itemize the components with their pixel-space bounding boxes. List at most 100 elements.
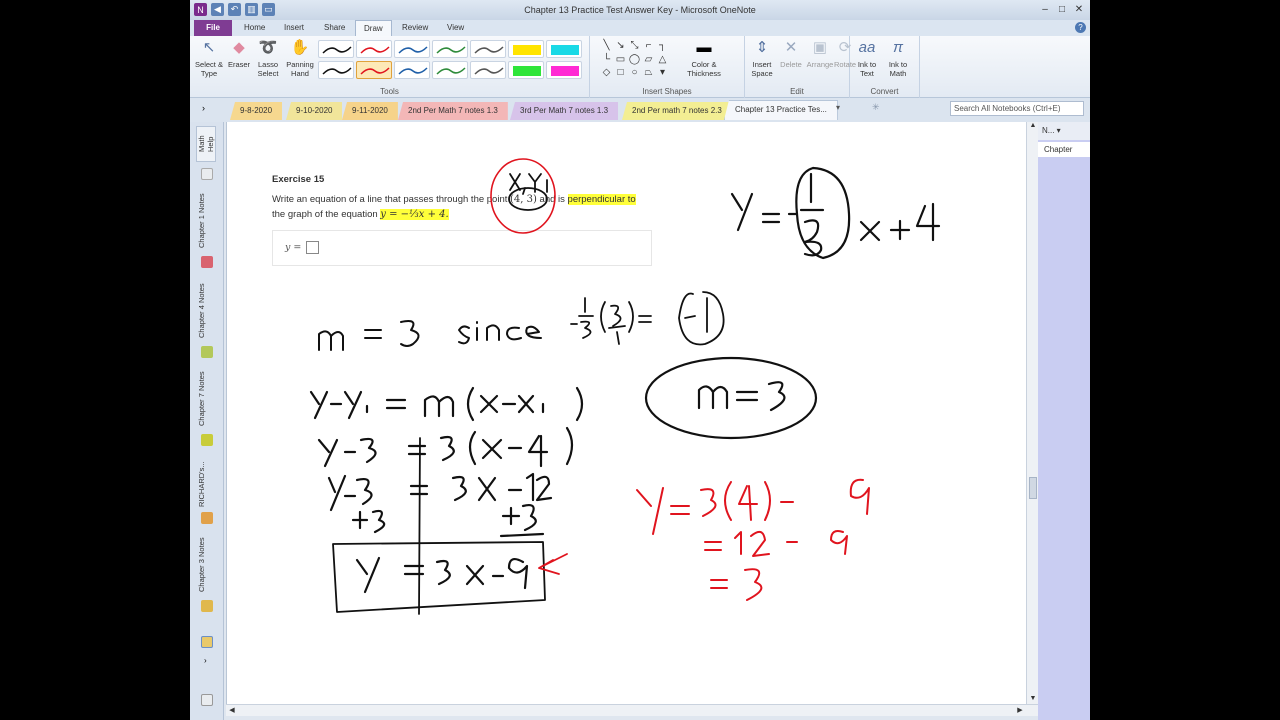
section-tab[interactable]: 3rd Per Math 7 notes 1.3 [510,102,619,120]
pen-swatch[interactable] [470,61,506,79]
pen-swatch[interactable] [432,61,468,79]
section-tab[interactable]: 2nd Per Math 7 notes 1.3 [398,102,508,120]
all-notebooks-icon[interactable] [201,694,213,706]
ink-red-check [636,478,870,601]
delete-button[interactable]: ✕ Delete [776,38,806,69]
minimize-icon[interactable]: – [1038,3,1052,16]
ribbon-tabs: File Home Insert Share Draw Review View … [190,20,1090,36]
notebook-icon [201,512,213,524]
pen-swatch[interactable] [432,40,468,58]
tab-home[interactable]: Home [244,23,265,32]
notebook-chapter7[interactable]: Chapter 7 Notes [197,366,217,432]
new-section-icon[interactable]: ✳ [872,102,880,113]
color-thickness-button[interactable]: ▬ Color & Thickness [684,38,724,78]
expand-icon[interactable]: › [204,656,207,665]
ribbon-draw: ↖ Select & Type ◆ Eraser ➰ Lasso Select ✋ Pa… [190,36,1090,98]
notebook-richard[interactable]: RICHARD's... [197,456,217,512]
tab-share[interactable]: Share [324,23,345,32]
section-tab[interactable]: 9-8-2020 [230,102,283,120]
panning-hand-button[interactable]: ✋ Panning Hand [285,38,315,78]
search-input[interactable]: Search All Notebooks (Ctrl+E) [950,101,1084,116]
arrange-icon: ▣ [812,39,828,56]
tab-insert[interactable]: Insert [284,23,304,32]
notebook-chapter1[interactable]: Chapter 1 Notes [197,188,217,254]
pen-stroke-icon [551,45,579,55]
double-arrow-shape-icon[interactable]: ⤡ [628,40,641,53]
section-tab[interactable]: 2nd Per math 7 notes 2.3 [622,102,732,120]
quick-notes-icon[interactable] [201,636,213,648]
pen-stroke-icon [322,67,352,75]
para-shape-icon[interactable]: ▱ [642,54,655,67]
tab-file[interactable]: File [194,20,232,36]
scroll-left-icon[interactable]: ◀ [226,705,238,716]
maximize-icon[interactable]: □ [1055,3,1069,16]
ink-to-text-button[interactable]: aa Ink to Text [852,38,882,78]
vertical-scrollbar[interactable]: ▲ ▼ [1026,122,1038,706]
section-tab[interactable]: 9-11-2020 [342,102,398,120]
pen-swatch[interactable] [546,40,582,58]
group-convert: aa Ink to Text π Ink to Math Convert [850,36,920,98]
pen-swatch[interactable] [394,40,430,58]
ink-to-text-icon: aa [858,39,876,56]
ink-fraction-calc [570,291,725,346]
pen-swatch[interactable] [546,61,582,79]
pen-stroke-icon [360,67,390,75]
ink-slope-equation [730,166,941,260]
pen-stroke-icon [474,46,504,54]
help-icon[interactable]: ? [1075,22,1086,33]
more-shapes-icon[interactable]: ▾ [656,67,669,80]
close-icon[interactable]: ✕ [1072,3,1086,16]
arrow-shape-icon[interactable]: ↘ [614,40,627,53]
page-list-header[interactable]: N... ▾ [1038,122,1090,140]
notebook-chapter4[interactable]: Chapter 4 Notes [197,278,217,344]
pen-swatch[interactable] [508,61,544,79]
pen-swatch[interactable] [318,61,354,79]
ink-step-2 [327,472,553,512]
line-shape-icon[interactable]: ╲ [600,40,613,53]
expand-nav-icon[interactable]: › [202,103,205,113]
eraser-button[interactable]: ◆ Eraser [224,38,254,69]
trap-shape-icon[interactable]: ⏢ [642,67,655,80]
ink-point-slope-form [309,386,584,422]
ink-to-math-button[interactable]: π Ink to Math [883,38,913,78]
title-bar: N ◀ ↶ ▥ ▭ Chapter 13 Practice Test Answe… [190,0,1090,20]
horizontal-scrollbar[interactable]: ◀ ▶ [226,704,1038,716]
pen-swatch[interactable] [394,61,430,79]
square-shape-icon[interactable]: □ [614,67,627,80]
tab-draw[interactable]: Draw [355,20,392,36]
insert-space-button[interactable]: ⇕ Insert Space [747,38,777,78]
eraser-icon: ◆ [233,39,245,56]
circle-shape-icon[interactable]: ○ [628,67,641,80]
select-type-button[interactable]: ↖ Select & Type [194,38,224,78]
pen-swatch[interactable] [356,40,392,58]
section-tabs-bar: › 9-8-2020 9-10-2020 9-11-2020 2nd Per M… [190,98,1090,122]
window-controls: – □ ✕ [1038,3,1086,16]
bracket-shape-icon[interactable]: ⌐ [642,40,655,53]
page-canvas[interactable]: Exercise 15 Write an equation of a line … [226,122,1026,706]
section-tab[interactable]: 9-10-2020 [286,102,343,120]
section-tab-active[interactable]: Chapter 13 Practice Tes... [724,100,838,120]
tab-view[interactable]: View [447,23,464,32]
pen-stroke-icon [322,46,352,54]
oval-shape-icon[interactable]: ◯ [628,54,641,67]
diamond-shape-icon[interactable]: ◇ [600,67,613,80]
pen-swatch[interactable] [508,40,544,58]
axis-shape-icon[interactable]: └ [600,54,613,67]
pen-swatch[interactable] [470,40,506,58]
corner-shape-icon[interactable]: ┐ [656,40,669,53]
lasso-select-button[interactable]: ➰ Lasso Select [253,38,283,78]
rect-shape-icon[interactable]: ▭ [614,54,627,67]
scroll-thumb[interactable] [1029,477,1037,499]
scroll-right-icon[interactable]: ▶ [1014,705,1026,716]
tri-shape-icon[interactable]: △ [656,54,669,67]
arrange-button[interactable]: ▣ Arrange [805,38,835,69]
pen-swatch[interactable] [356,61,392,79]
pen-stroke-icon [398,67,428,75]
notebook-math-help[interactable]: Math Help [196,126,216,162]
tabs-overflow-icon[interactable]: ▾ [836,103,840,112]
page-item[interactable]: Chapter [1038,142,1090,157]
tab-review[interactable]: Review [402,23,428,32]
shapes-gallery[interactable]: ╲ ↘ ⤡ ⌐ ┐ └ ▭ ◯ ▱ △ ◇ □ ○ ⏢ ▾ [600,40,672,80]
pen-swatch[interactable] [318,40,354,58]
notebook-chapter3[interactable]: Chapter 3 Notes [197,532,217,598]
